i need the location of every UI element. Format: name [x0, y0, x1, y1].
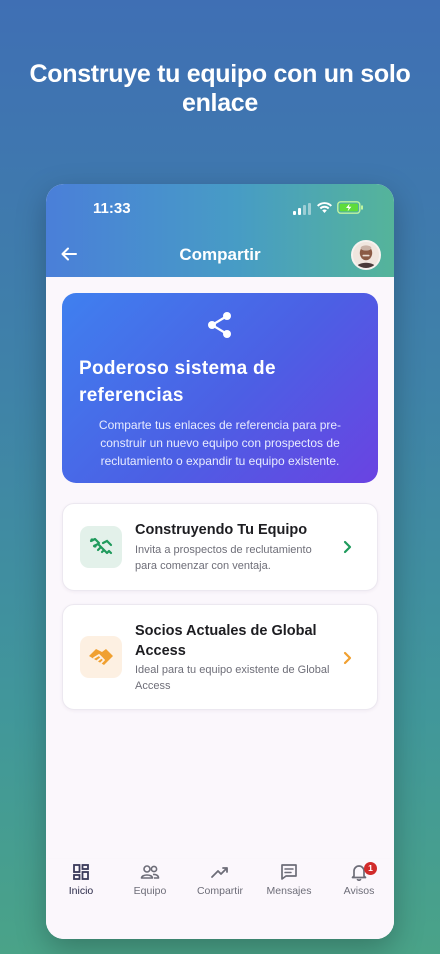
team-icon: [140, 865, 160, 879]
tab-equipo[interactable]: Equipo: [115, 863, 185, 897]
bottom-tab-bar: Inicio Equipo Compartir Mensajes 1 Aviso…: [46, 859, 394, 914]
home-indicator-area: [46, 914, 394, 939]
card-description: Invita a prospectos de reclutamiento par…: [135, 544, 312, 572]
card-icon-container: [80, 636, 122, 678]
status-time: 11:33: [93, 200, 131, 217]
app-header: 11:33 Compartir: [46, 184, 394, 277]
card-title: Socios Actuales de Global Access: [135, 623, 317, 659]
share-icon[interactable]: [207, 311, 233, 339]
tab-label: Inicio: [68, 885, 94, 897]
battery-icon: [337, 201, 363, 214]
message-icon: [281, 864, 297, 880]
wifi-icon: [317, 202, 332, 213]
tab-label: Compartir: [196, 885, 244, 897]
phone-frame: 11:33 Compartir Poderoso sistema de refe…: [46, 184, 394, 939]
tab-avisos[interactable]: 1 Avisos: [324, 862, 394, 897]
handshake-icon: [89, 649, 113, 665]
tab-label: Equipo: [133, 885, 167, 897]
option-card-build-team[interactable]: Construyendo Tu Equipo Invita a prospect…: [62, 503, 378, 591]
user-avatar[interactable]: [351, 240, 381, 270]
handshake-outline-icon: [89, 537, 113, 555]
referral-hero-card: Poderoso sistema de referencias Comparte…: [62, 293, 378, 483]
dashboard-icon: [73, 864, 89, 880]
tab-compartir[interactable]: Compartir: [185, 863, 255, 897]
tab-inicio[interactable]: Inicio: [46, 863, 116, 897]
headline: Construye tu equipo con un solo enlace: [29, 60, 411, 117]
trending-up-icon: [211, 867, 228, 878]
card-icon-container: [80, 526, 122, 568]
content-area: Poderoso sistema de referencias Comparte…: [46, 277, 394, 939]
card-description: Ideal para tu equipo existente de Global…: [135, 664, 330, 692]
signal-icon: [293, 203, 311, 215]
tab-label: Mensajes: [266, 885, 312, 897]
tab-mensajes[interactable]: Mensajes: [254, 863, 324, 897]
chevron-right-icon: [343, 540, 352, 554]
avatar-image: [353, 242, 379, 268]
screen-title: Compartir: [179, 245, 261, 264]
hero-description: Comparte tus enlaces de referencia para …: [98, 418, 342, 468]
chevron-right-icon: [343, 651, 352, 665]
card-title: Construyendo Tu Equipo: [135, 522, 308, 538]
hero-title: Poderoso sistema de referencias: [79, 358, 276, 406]
notification-badge: 1: [364, 862, 377, 875]
tab-label: Avisos: [343, 885, 375, 897]
option-card-global-access[interactable]: Socios Actuales de Global Access Ideal p…: [62, 604, 378, 710]
